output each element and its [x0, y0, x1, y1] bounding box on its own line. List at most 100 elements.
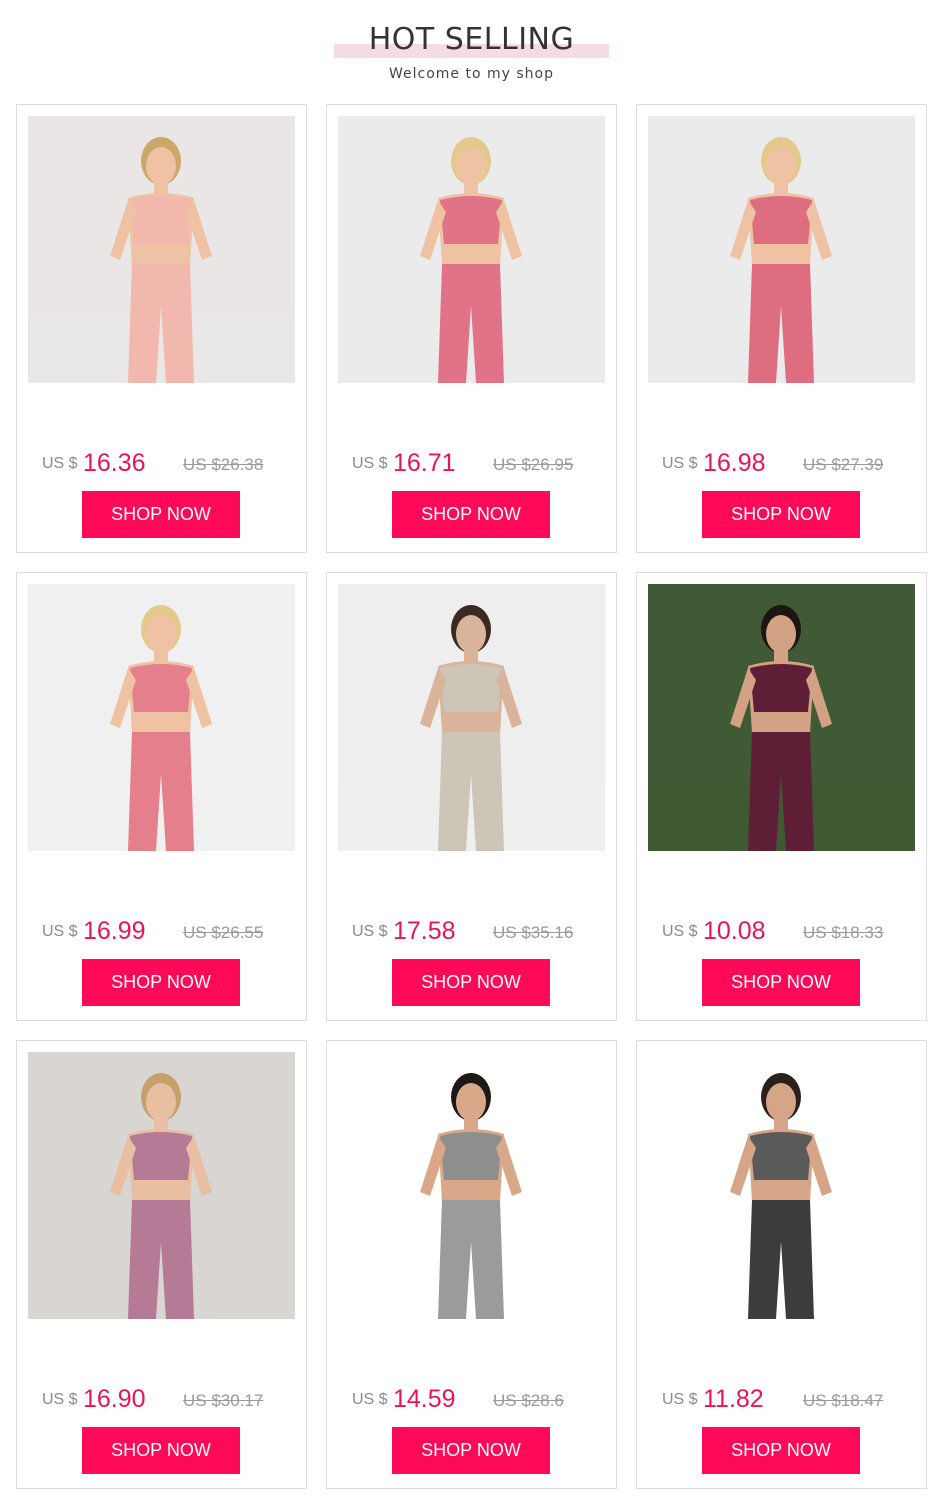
model-top	[750, 1132, 812, 1180]
sale-price: 16.36	[83, 449, 146, 477]
shop-now-button[interactable]: SHOP NOW	[82, 1427, 240, 1474]
section-header: HOT SELLING Welcome to my shop	[0, 0, 943, 100]
currency-label: US $	[662, 923, 698, 940]
price-row: US $ 16.99 US $26.55	[42, 917, 292, 949]
product-card[interactable]: US $ 11.82 US $18.47 SHOP NOW	[636, 1040, 927, 1489]
sale-price: 16.98	[703, 449, 766, 477]
photo-floor	[648, 316, 915, 383]
model-face	[456, 615, 486, 653]
section-subtitle: Welcome to my shop	[389, 66, 554, 82]
price-row: US $ 16.98 US $27.39	[662, 449, 912, 481]
shop-now-button[interactable]: SHOP NOW	[702, 491, 860, 538]
product-card[interactable]: US $ 16.98 US $27.39 SHOP NOW	[636, 104, 927, 553]
original-price: US $26.95	[493, 455, 574, 474]
model-top	[440, 1132, 502, 1180]
price-row: US $ 16.36 US $26.38	[42, 449, 292, 481]
price-row: US $ 16.71 US $26.95	[352, 449, 602, 481]
product-image[interactable]	[338, 116, 605, 383]
currency-label: US $	[662, 1391, 698, 1408]
shop-now-button[interactable]: SHOP NOW	[82, 491, 240, 538]
model-face	[146, 147, 176, 185]
product-image[interactable]	[648, 1052, 915, 1319]
product-image[interactable]	[28, 1052, 295, 1319]
sale-price: 11.82	[703, 1385, 764, 1413]
product-photo-figure	[338, 584, 605, 851]
photo-floor	[338, 316, 605, 383]
model-top	[130, 664, 192, 712]
currency-label: US $	[42, 455, 78, 472]
product-photo-figure	[28, 584, 295, 851]
currency-label: US $	[42, 923, 78, 940]
product-card[interactable]: US $ 16.90 US $30.17 SHOP NOW	[16, 1040, 307, 1489]
sale-price: 16.71	[393, 449, 456, 477]
product-image[interactable]	[338, 584, 605, 851]
model-top	[130, 196, 192, 244]
currency-label: US $	[352, 923, 388, 940]
original-price: US $35.16	[493, 923, 574, 942]
original-price: US $28.6	[493, 1391, 564, 1410]
photo-floor	[28, 316, 295, 383]
product-photo-figure	[648, 116, 915, 383]
model-top	[440, 196, 502, 244]
model-face	[146, 1083, 176, 1121]
price-row: US $ 11.82 US $18.47	[662, 1385, 912, 1417]
currency-label: US $	[42, 1391, 78, 1408]
shop-now-button[interactable]: SHOP NOW	[82, 959, 240, 1006]
product-image[interactable]	[648, 584, 915, 851]
price-row: US $ 14.59 US $28.6	[352, 1385, 602, 1417]
shop-now-button[interactable]: SHOP NOW	[702, 1427, 860, 1474]
shop-now-button[interactable]: SHOP NOW	[392, 1427, 550, 1474]
price-row: US $ 16.90 US $30.17	[42, 1385, 292, 1417]
shop-now-button[interactable]: SHOP NOW	[392, 491, 550, 538]
product-card[interactable]: US $ 10.08 US $18.33 SHOP NOW	[636, 572, 927, 1021]
original-price: US $18.47	[803, 1391, 884, 1410]
product-photo-figure	[28, 116, 295, 383]
original-price: US $26.55	[183, 923, 264, 942]
product-photo-figure	[28, 1052, 295, 1319]
shop-now-button[interactable]: SHOP NOW	[392, 959, 550, 1006]
model-top	[130, 1132, 192, 1180]
model-face	[456, 1083, 486, 1121]
photo-floor	[338, 784, 605, 851]
model-face	[146, 615, 176, 653]
product-photo-figure	[648, 584, 915, 851]
original-price: US $18.33	[803, 923, 884, 942]
price-row: US $ 17.58 US $35.16	[352, 917, 602, 949]
product-image[interactable]	[338, 1052, 605, 1319]
product-card[interactable]: US $ 16.99 US $26.55 SHOP NOW	[16, 572, 307, 1021]
product-photo-figure	[338, 1052, 605, 1319]
sale-price: 16.99	[83, 917, 146, 945]
model-face	[766, 615, 796, 653]
sale-price: 17.58	[393, 917, 456, 945]
product-image[interactable]	[648, 116, 915, 383]
model-face	[766, 1083, 796, 1121]
currency-label: US $	[662, 455, 698, 472]
sale-price: 10.08	[703, 917, 766, 945]
original-price: US $30.17	[183, 1391, 264, 1410]
original-price: US $27.39	[803, 455, 884, 474]
product-card[interactable]: US $ 17.58 US $35.16 SHOP NOW	[326, 572, 617, 1021]
currency-label: US $	[352, 1391, 388, 1408]
model-top	[750, 196, 812, 244]
model-face	[766, 147, 796, 185]
shop-now-button[interactable]: SHOP NOW	[702, 959, 860, 1006]
product-card[interactable]: US $ 16.36 US $26.38 SHOP NOW	[16, 104, 307, 553]
product-photo-figure	[648, 1052, 915, 1319]
currency-label: US $	[352, 455, 388, 472]
product-card[interactable]: US $ 16.71 US $26.95 SHOP NOW	[326, 104, 617, 553]
section-title: HOT SELLING	[368, 22, 575, 57]
model-face	[456, 147, 486, 185]
photo-floor	[28, 1252, 295, 1319]
product-card[interactable]: US $ 14.59 US $28.6 SHOP NOW	[326, 1040, 617, 1489]
product-image[interactable]	[28, 116, 295, 383]
price-row: US $ 10.08 US $18.33	[662, 917, 912, 949]
product-photo-figure	[338, 116, 605, 383]
sale-price: 16.90	[83, 1385, 146, 1413]
original-price: US $26.38	[183, 455, 264, 474]
product-image[interactable]	[28, 584, 295, 851]
photo-floor	[648, 1252, 915, 1319]
model-top	[750, 664, 812, 712]
photo-floor	[338, 1252, 605, 1319]
photo-floor	[28, 784, 295, 851]
photo-floor	[648, 784, 915, 851]
